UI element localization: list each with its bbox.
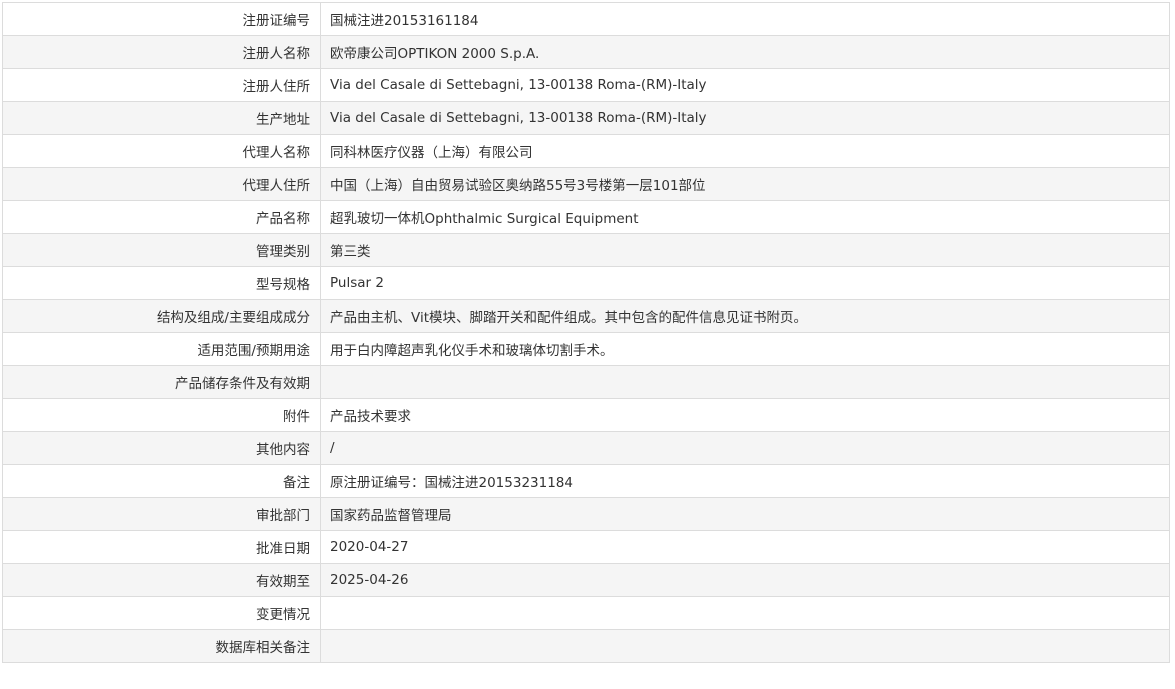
row-value: 产品由主机、Vit模块、脚踏开关和配件组成。其中包含的配件信息见证书附页。 <box>320 299 1170 333</box>
row-label: 结构及组成/主要组成成分 <box>2 299 321 333</box>
registration-detail-table: 注册证编号 国械注进20153161184 注册人名称 欧帝康公司OPTIKON… <box>2 2 1170 663</box>
table-row: 代理人住所 中国（上海）自由贸易试验区奥纳路55号3号楼第一层101部位 <box>2 167 1170 201</box>
row-value: 2020-04-27 <box>320 530 1170 564</box>
detail-table-body: 注册证编号 国械注进20153161184 注册人名称 欧帝康公司OPTIKON… <box>2 2 1170 663</box>
row-label: 有效期至 <box>2 563 321 597</box>
row-value: Via del Casale di Settebagni, 13-00138 R… <box>320 68 1170 102</box>
row-label: 管理类别 <box>2 233 321 267</box>
row-label: 产品储存条件及有效期 <box>2 365 321 399</box>
table-row: 注册人名称 欧帝康公司OPTIKON 2000 S.p.A. <box>2 35 1170 69</box>
row-label: 代理人名称 <box>2 134 321 168</box>
row-label: 注册人住所 <box>2 68 321 102</box>
row-value: 产品技术要求 <box>320 398 1170 432</box>
row-value <box>320 629 1170 663</box>
table-row: 结构及组成/主要组成成分 产品由主机、Vit模块、脚踏开关和配件组成。其中包含的… <box>2 299 1170 333</box>
row-value: Pulsar 2 <box>320 266 1170 300</box>
row-value <box>320 365 1170 399</box>
table-row: 数据库相关备注 <box>2 629 1170 663</box>
row-value: 用于白内障超声乳化仪手术和玻璃体切割手术。 <box>320 332 1170 366</box>
row-value: 国家药品监督管理局 <box>320 497 1170 531</box>
table-row: 管理类别 第三类 <box>2 233 1170 267</box>
table-row: 产品储存条件及有效期 <box>2 365 1170 399</box>
row-value: 原注册证编号：国械注进20153231184 <box>320 464 1170 498</box>
table-row: 型号规格 Pulsar 2 <box>2 266 1170 300</box>
table-row: 注册人住所 Via del Casale di Settebagni, 13-0… <box>2 68 1170 102</box>
row-label: 批准日期 <box>2 530 321 564</box>
row-label: 变更情况 <box>2 596 321 630</box>
row-label: 审批部门 <box>2 497 321 531</box>
row-value <box>320 596 1170 630</box>
table-row: 有效期至 2025-04-26 <box>2 563 1170 597</box>
row-label: 型号规格 <box>2 266 321 300</box>
table-row: 代理人名称 同科林医疗仪器（上海）有限公司 <box>2 134 1170 168</box>
row-value: 国械注进20153161184 <box>320 2 1170 36</box>
table-row: 注册证编号 国械注进20153161184 <box>2 2 1170 36</box>
table-row: 适用范围/预期用途 用于白内障超声乳化仪手术和玻璃体切割手术。 <box>2 332 1170 366</box>
table-row: 生产地址 Via del Casale di Settebagni, 13-00… <box>2 101 1170 135</box>
table-row: 变更情况 <box>2 596 1170 630</box>
row-label: 备注 <box>2 464 321 498</box>
row-label: 产品名称 <box>2 200 321 234</box>
table-row: 审批部门 国家药品监督管理局 <box>2 497 1170 531</box>
row-label: 注册人名称 <box>2 35 321 69</box>
row-value: 中国（上海）自由贸易试验区奥纳路55号3号楼第一层101部位 <box>320 167 1170 201</box>
row-label: 其他内容 <box>2 431 321 465</box>
row-value: / <box>320 431 1170 465</box>
row-value: 欧帝康公司OPTIKON 2000 S.p.A. <box>320 35 1170 69</box>
row-value: Via del Casale di Settebagni, 13-00138 R… <box>320 101 1170 135</box>
row-label: 代理人住所 <box>2 167 321 201</box>
table-row: 附件 产品技术要求 <box>2 398 1170 432</box>
row-value: 同科林医疗仪器（上海）有限公司 <box>320 134 1170 168</box>
row-label: 数据库相关备注 <box>2 629 321 663</box>
row-label: 适用范围/预期用途 <box>2 332 321 366</box>
table-row: 备注 原注册证编号：国械注进20153231184 <box>2 464 1170 498</box>
row-value: 超乳玻切一体机Ophthalmic Surgical Equipment <box>320 200 1170 234</box>
row-label: 注册证编号 <box>2 2 321 36</box>
table-row: 批准日期 2020-04-27 <box>2 530 1170 564</box>
table-row: 其他内容 / <box>2 431 1170 465</box>
row-value: 2025-04-26 <box>320 563 1170 597</box>
row-label: 附件 <box>2 398 321 432</box>
table-row: 产品名称 超乳玻切一体机Ophthalmic Surgical Equipmen… <box>2 200 1170 234</box>
row-value: 第三类 <box>320 233 1170 267</box>
row-label: 生产地址 <box>2 101 321 135</box>
